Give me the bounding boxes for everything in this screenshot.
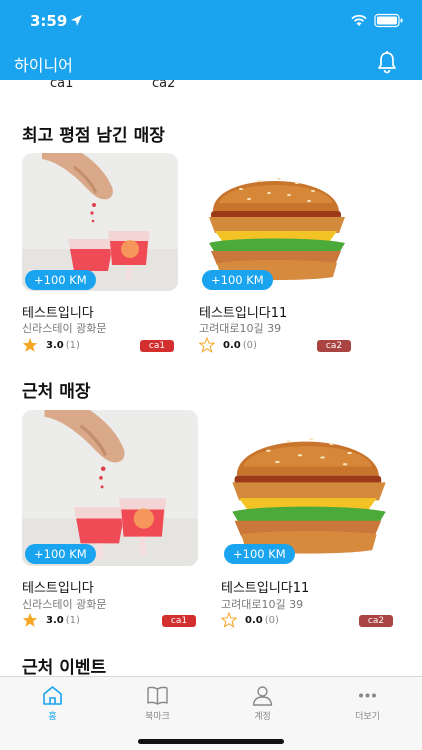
rating-score: 3.0 (46, 340, 64, 351)
store-card[interactable]: +100 KM 테스트입니다11 고려대로10길 39 0.0 (0) ca2 (221, 410, 397, 630)
bottom-tab-bar: 홈 북마크 계정 더보기 (0, 676, 422, 750)
rating-value: 0.0 (0) (245, 615, 279, 626)
store-address: 신라스테이 광화문 (22, 322, 107, 335)
rating-count: (1) (65, 615, 80, 626)
distance-badge: +100 KM (25, 270, 96, 290)
home-content[interactable]: ca1 ca2 최고 평점 남긴 매장 +100 KM 테스트입니다 신라스테이… (0, 80, 422, 676)
tab-label: 더보기 (355, 712, 380, 722)
section-title-events: 근처 이벤트 (22, 658, 107, 676)
rating-value: 0.0 (0) (223, 340, 257, 351)
category-chip: ca1 (140, 340, 174, 352)
category-chip: ca2 (317, 340, 351, 352)
tab-label: 홈 (48, 712, 57, 722)
section-title-top-rated: 최고 평점 남긴 매장 (22, 126, 165, 146)
cocktail-photo (22, 410, 198, 566)
rating-count: (0) (242, 340, 257, 351)
store-card[interactable]: +100 KM 테스트입니다 신라스테이 광화문 3.0 (1) ca1 (22, 153, 178, 353)
section-title-nearby: 근처 매장 (22, 382, 91, 402)
status-time: 3:59 (30, 12, 68, 30)
store-address: 고려대로10길 39 (221, 598, 304, 611)
home-icon (43, 686, 62, 705)
rating-value: 3.0 (1) (46, 340, 80, 351)
distance-badge: +100 KM (202, 270, 273, 290)
store-name: 테스트입니다11 (221, 581, 310, 596)
store-address: 신라스테이 광화문 (22, 598, 107, 611)
category-chip: ca2 (359, 615, 393, 627)
star-empty-icon (221, 612, 237, 628)
rating-count: (0) (264, 615, 279, 626)
more-icon (359, 693, 376, 698)
bell-icon[interactable] (376, 50, 398, 74)
rating-score: 3.0 (46, 615, 64, 626)
app-header: 하이니어 (0, 43, 422, 80)
tab-account[interactable]: 계정 (210, 677, 315, 727)
person-icon (252, 686, 273, 706)
battery-icon (374, 13, 403, 28)
store-name: 테스트입니다11 (199, 306, 288, 321)
tab-label: 계정 (254, 712, 271, 722)
status-bar: 3:59 (0, 0, 422, 43)
rating-score: 0.0 (245, 615, 263, 626)
burger-photo (221, 410, 397, 566)
location-arrow-icon (71, 15, 82, 26)
category-chip: ca1 (162, 615, 196, 627)
category-label[interactable]: ca2 (152, 80, 175, 91)
store-name: 테스트입니다 (22, 581, 94, 596)
store-card[interactable]: +100 KM 테스트입니다11 고려대로10길 39 0.0 (0) ca2 (199, 153, 355, 353)
star-filled-icon (22, 338, 38, 352)
rating-value: 3.0 (1) (46, 615, 80, 626)
star-empty-icon (199, 337, 215, 353)
tab-home[interactable]: 홈 (0, 677, 105, 727)
distance-badge: +100 KM (25, 544, 96, 564)
app-title: 하이니어 (14, 56, 73, 75)
star-filled-icon (22, 613, 38, 627)
store-name: 테스트입니다 (22, 306, 94, 321)
distance-badge: +100 KM (224, 544, 295, 564)
home-indicator (138, 739, 284, 744)
tab-bookmark[interactable]: 북마크 (105, 677, 210, 727)
rating-score: 0.0 (223, 340, 241, 351)
book-icon (147, 686, 168, 705)
tab-more[interactable]: 더보기 (315, 677, 420, 727)
wifi-icon (351, 14, 367, 26)
rating-count: (1) (65, 340, 80, 351)
store-card[interactable]: +100 KM 테스트입니다 신라스테이 광화문 3.0 (1) ca1 (22, 410, 198, 630)
store-address: 고려대로10길 39 (199, 322, 282, 335)
tab-label: 북마크 (145, 712, 170, 722)
category-label[interactable]: ca1 (50, 80, 73, 91)
